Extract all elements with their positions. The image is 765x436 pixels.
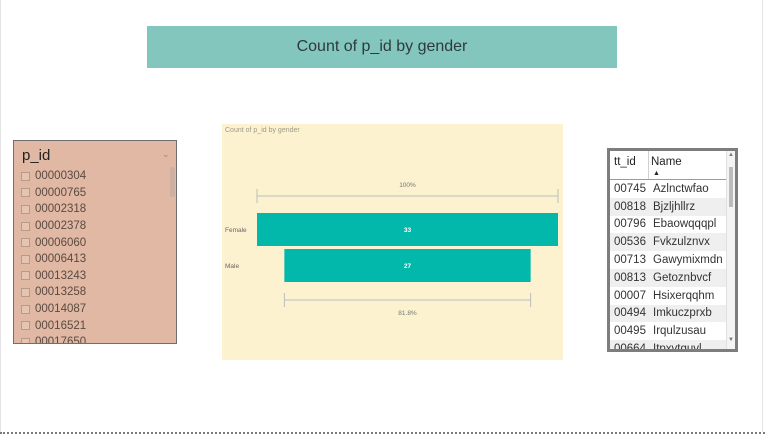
slicer-item-label: 00014087 — [35, 303, 87, 316]
banner-title: Count of p_id by gender — [296, 38, 468, 55]
slicer-item-label: 00013258 — [35, 286, 87, 299]
slicer-item[interactable]: 00014087 — [21, 301, 171, 318]
cell-name: Gawymixmdn — [653, 254, 723, 267]
slicer-item[interactable]: 00002378 — [21, 218, 171, 235]
slicer-item-label: 00000765 — [35, 186, 87, 199]
checkbox-icon[interactable] — [21, 321, 30, 331]
cell-tt-id: 00007 — [614, 289, 646, 302]
table-header: tt_id Name ▲ — [610, 151, 728, 180]
table-row[interactable]: 00664 Itpxvtguvl — [610, 340, 728, 352]
cell-name: Getoznbvcf — [653, 271, 712, 284]
sort-ascending-icon: ▲ — [653, 170, 660, 177]
category-label: Female — [225, 227, 247, 234]
name-table[interactable]: tt_id Name ▲ 00745 Azlnctwfao 00818 Bjzljhl… — [607, 148, 738, 352]
p-id-slicer[interactable]: p_id ⌄ 00000304 00000765 00002318 00002378 0… — [13, 140, 177, 344]
data-label: 33 — [404, 227, 412, 234]
slicer-item[interactable]: 00006060 — [21, 234, 171, 251]
slicer-item[interactable]: 00000765 — [21, 185, 171, 202]
cell-tt-id: 00664 — [614, 343, 646, 352]
column-header-name[interactable]: Name — [651, 156, 682, 168]
table-scrollbar[interactable]: ▲ ▼ — [726, 151, 735, 349]
bottom-percent-label: 81.8% — [398, 310, 417, 317]
cell-name: Imkuczprxb — [653, 307, 712, 320]
funnel-svg: Count of p_id by gender 100% Female 33 Male 2… — [225, 127, 559, 317]
checkbox-icon[interactable] — [21, 254, 30, 264]
checkbox-icon[interactable] — [21, 304, 30, 314]
slicer-item[interactable]: 00016521 — [21, 317, 171, 334]
table-row[interactable]: 00796 Ebaowqqqpl — [610, 216, 728, 234]
slicer-item-label: 00006413 — [35, 253, 87, 266]
checkbox-icon[interactable] — [21, 238, 30, 248]
cell-tt-id: 00495 — [614, 325, 646, 338]
slicer-item[interactable]: 00013258 — [21, 284, 171, 301]
top-percent-label: 100% — [399, 182, 416, 189]
checkbox-icon[interactable] — [21, 204, 30, 214]
table-row[interactable]: 00745 Azlnctwfao — [610, 180, 728, 198]
cell-name: Itpxvtguvl — [653, 343, 702, 352]
cell-tt-id: 00745 — [614, 182, 646, 195]
slicer-scrollbar[interactable] — [170, 167, 175, 197]
table-row[interactable]: 00818 Bjzljhllrz — [610, 197, 728, 216]
slicer-item[interactable]: 00013243 — [21, 268, 171, 285]
data-label: 27 — [404, 263, 412, 270]
cell-tt-id: 00813 — [614, 271, 646, 284]
slicer-list: 00000304 00000765 00002318 00002378 00006060… — [21, 168, 171, 344]
checkbox-icon[interactable] — [21, 221, 30, 231]
column-header-tt-id[interactable]: tt_id — [614, 156, 636, 168]
table-row[interactable]: 00713 Gawymixmdn — [610, 251, 728, 269]
cell-name: Azlnctwfao — [653, 182, 709, 195]
slicer-item[interactable]: 00006413 — [21, 251, 171, 268]
chevron-down-icon[interactable]: ⌄ — [162, 149, 170, 160]
slicer-item-label: 00017650 — [35, 336, 87, 344]
slicer-item-label: 00002318 — [35, 203, 87, 216]
cell-name: Ebaowqqqpl — [653, 218, 717, 231]
cell-tt-id: 00796 — [614, 218, 646, 231]
scroll-down-icon[interactable]: ▼ — [728, 337, 734, 343]
cell-tt-id: 00536 — [614, 236, 646, 249]
category-label: Male — [225, 263, 239, 270]
slicer-item-label: 00002378 — [35, 220, 87, 233]
checkbox-icon[interactable] — [21, 171, 30, 181]
cell-name: Irqulzusau — [653, 325, 707, 338]
cell-tt-id: 00818 — [614, 200, 646, 213]
scroll-up-icon[interactable]: ▲ — [728, 152, 734, 158]
cell-tt-id: 00494 — [614, 307, 646, 320]
table-row[interactable]: 00813 Getoznbvcf — [610, 268, 728, 287]
table-row[interactable]: 00494 Imkuczprxb — [610, 304, 728, 323]
slicer-item[interactable]: 00017650 — [21, 334, 171, 344]
slicer-item[interactable]: 00000304 — [21, 168, 171, 185]
cell-tt-id: 00713 — [614, 254, 646, 267]
slicer-item[interactable]: 00002318 — [21, 201, 171, 218]
table-row[interactable]: 00495 Irqulzusau — [610, 322, 728, 340]
table-row[interactable]: 00007 Hsixerqqhm — [610, 287, 728, 305]
cell-name: Bjzljhllrz — [653, 200, 696, 213]
title-banner: Count of p_id by gender — [147, 26, 617, 68]
scroll-thumb[interactable] — [729, 167, 733, 207]
checkbox-icon[interactable] — [21, 287, 30, 297]
slicer-item-label: 00016521 — [35, 319, 87, 332]
checkbox-icon[interactable] — [21, 271, 30, 281]
cell-name: Fvkzulznvx — [653, 236, 710, 249]
funnel-title: Count of p_id by gender — [225, 127, 300, 134]
slicer-title: p_id — [22, 147, 51, 164]
cell-name: Hsixerqqhm — [653, 289, 715, 302]
slicer-item-label: 00006060 — [35, 236, 87, 249]
slicer-item-label: 00000304 — [35, 170, 87, 183]
table-row[interactable]: 00536 Fvkzulznvx — [610, 233, 728, 252]
slicer-item-label: 00013243 — [35, 269, 87, 282]
canvas-bottom-border — [0, 432, 765, 434]
column-divider — [648, 151, 649, 179]
checkbox-icon[interactable] — [21, 188, 30, 198]
table-body: 00745 Azlnctwfao 00818 Bjzljhllrz 00796 Ebaow… — [610, 180, 728, 352]
funnel-chart[interactable]: Count of p_id by gender 100% Female 33 Male 2… — [222, 124, 563, 360]
checkbox-icon[interactable] — [21, 337, 30, 343]
